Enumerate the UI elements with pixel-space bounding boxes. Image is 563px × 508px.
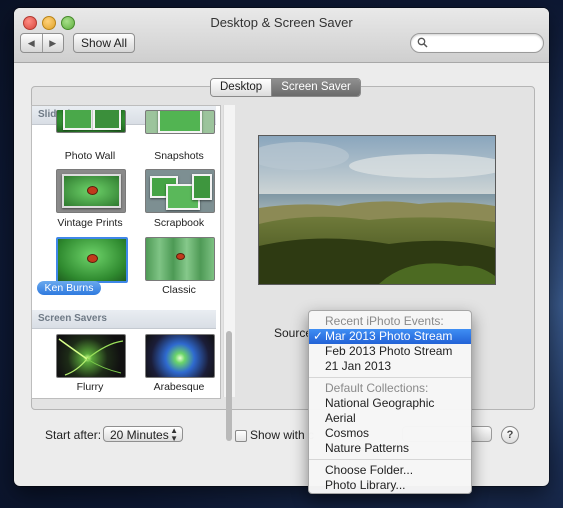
- source-label: Source: [274, 326, 313, 340]
- flurry-thumbnail[interactable]: [56, 334, 126, 378]
- arabesque-label: Arabesque: [153, 381, 205, 393]
- checkmark-icon: ✓: [313, 329, 324, 343]
- classic-thumbnail[interactable]: [145, 237, 215, 281]
- scrapbook-label: Scrapbook: [153, 217, 205, 229]
- menu-item-mar-2013-photo-stream[interactable]: ✓ Mar 2013 Photo Stream: [309, 329, 471, 344]
- menu-separator: [309, 459, 471, 460]
- snapshots-thumbnail[interactable]: [145, 110, 215, 134]
- arabesque-thumbnail[interactable]: [145, 334, 215, 378]
- landscape-preview-image: [259, 136, 495, 284]
- snapshots-label: Snapshots: [154, 150, 204, 162]
- scrollbar-thumb[interactable]: [226, 331, 232, 441]
- menu-item-21-jan-2013[interactable]: 21 Jan 2013: [309, 359, 471, 374]
- start-after-popup[interactable]: 20 Minutes ▲ ▼: [103, 426, 183, 443]
- start-after-value: 20 Minutes: [110, 428, 169, 442]
- default-collections-header: Default Collections:: [325, 381, 429, 395]
- vintage-prints-thumbnail[interactable]: [56, 169, 126, 213]
- back-forward-control: ◀ ▶: [20, 33, 64, 53]
- menu-item-national-geographic[interactable]: National Geographic: [309, 396, 471, 411]
- search-icon: [417, 37, 428, 48]
- menu-separator: [309, 377, 471, 378]
- tab-screen-saver[interactable]: Screen Saver: [272, 79, 360, 96]
- window-title: Desktop & Screen Saver: [210, 15, 353, 30]
- classic-label: Classic: [162, 284, 196, 296]
- list-scrollbar[interactable]: [223, 105, 235, 441]
- recent-iphoto-events-header: Recent iPhoto Events:: [325, 314, 444, 328]
- back-arrow-icon[interactable]: ◀: [21, 34, 43, 52]
- vintage-prints-label: Vintage Prints: [57, 217, 123, 229]
- menu-item-cosmos[interactable]: Cosmos: [309, 426, 471, 441]
- ken-burns-thumbnail[interactable]: [56, 237, 128, 283]
- photo-wall-thumbnail[interactable]: [56, 110, 126, 133]
- show-all-button[interactable]: Show All: [73, 33, 135, 53]
- show-with-clock-checkbox[interactable]: [235, 430, 247, 442]
- menu-item-nature-patterns[interactable]: Nature Patterns: [309, 441, 471, 456]
- ken-burns-label: Ken Burns: [37, 281, 101, 295]
- screen-saver-preview: [258, 135, 496, 285]
- tab-desktop[interactable]: Desktop: [211, 79, 273, 96]
- flurry-label: Flurry: [76, 381, 104, 393]
- scrapbook-thumbnail[interactable]: [145, 169, 215, 213]
- search-field[interactable]: [410, 33, 544, 53]
- menu-item-aerial[interactable]: Aerial: [309, 411, 471, 426]
- photo-wall-label: Photo Wall: [64, 150, 116, 162]
- tab-bar: Desktop Screen Saver: [210, 78, 361, 97]
- menu-item-choose-folder[interactable]: Choose Folder...: [309, 463, 471, 478]
- help-button[interactable]: ?: [501, 426, 519, 444]
- forward-arrow-icon[interactable]: ▶: [43, 34, 64, 52]
- show-with-clock-label: Show with c: [250, 428, 315, 442]
- menu-item-feb-2013-photo-stream[interactable]: Feb 2013 Photo Stream: [309, 344, 471, 359]
- start-after-label: Start after:: [45, 428, 102, 442]
- title-bar: Desktop & Screen Saver ◀ ▶ Show All: [14, 8, 549, 63]
- source-menu[interactable]: Recent iPhoto Events: ✓ Mar 2013 Photo S…: [308, 310, 472, 494]
- screen-savers-section-header: Screen Savers: [32, 310, 216, 329]
- menu-item-photo-library[interactable]: Photo Library...: [309, 478, 471, 493]
- screen-saver-list[interactable]: Slideshows Photo Wall Snapshots Vintage …: [31, 105, 221, 399]
- popup-arrows-icon: ▲ ▼: [170, 426, 178, 443]
